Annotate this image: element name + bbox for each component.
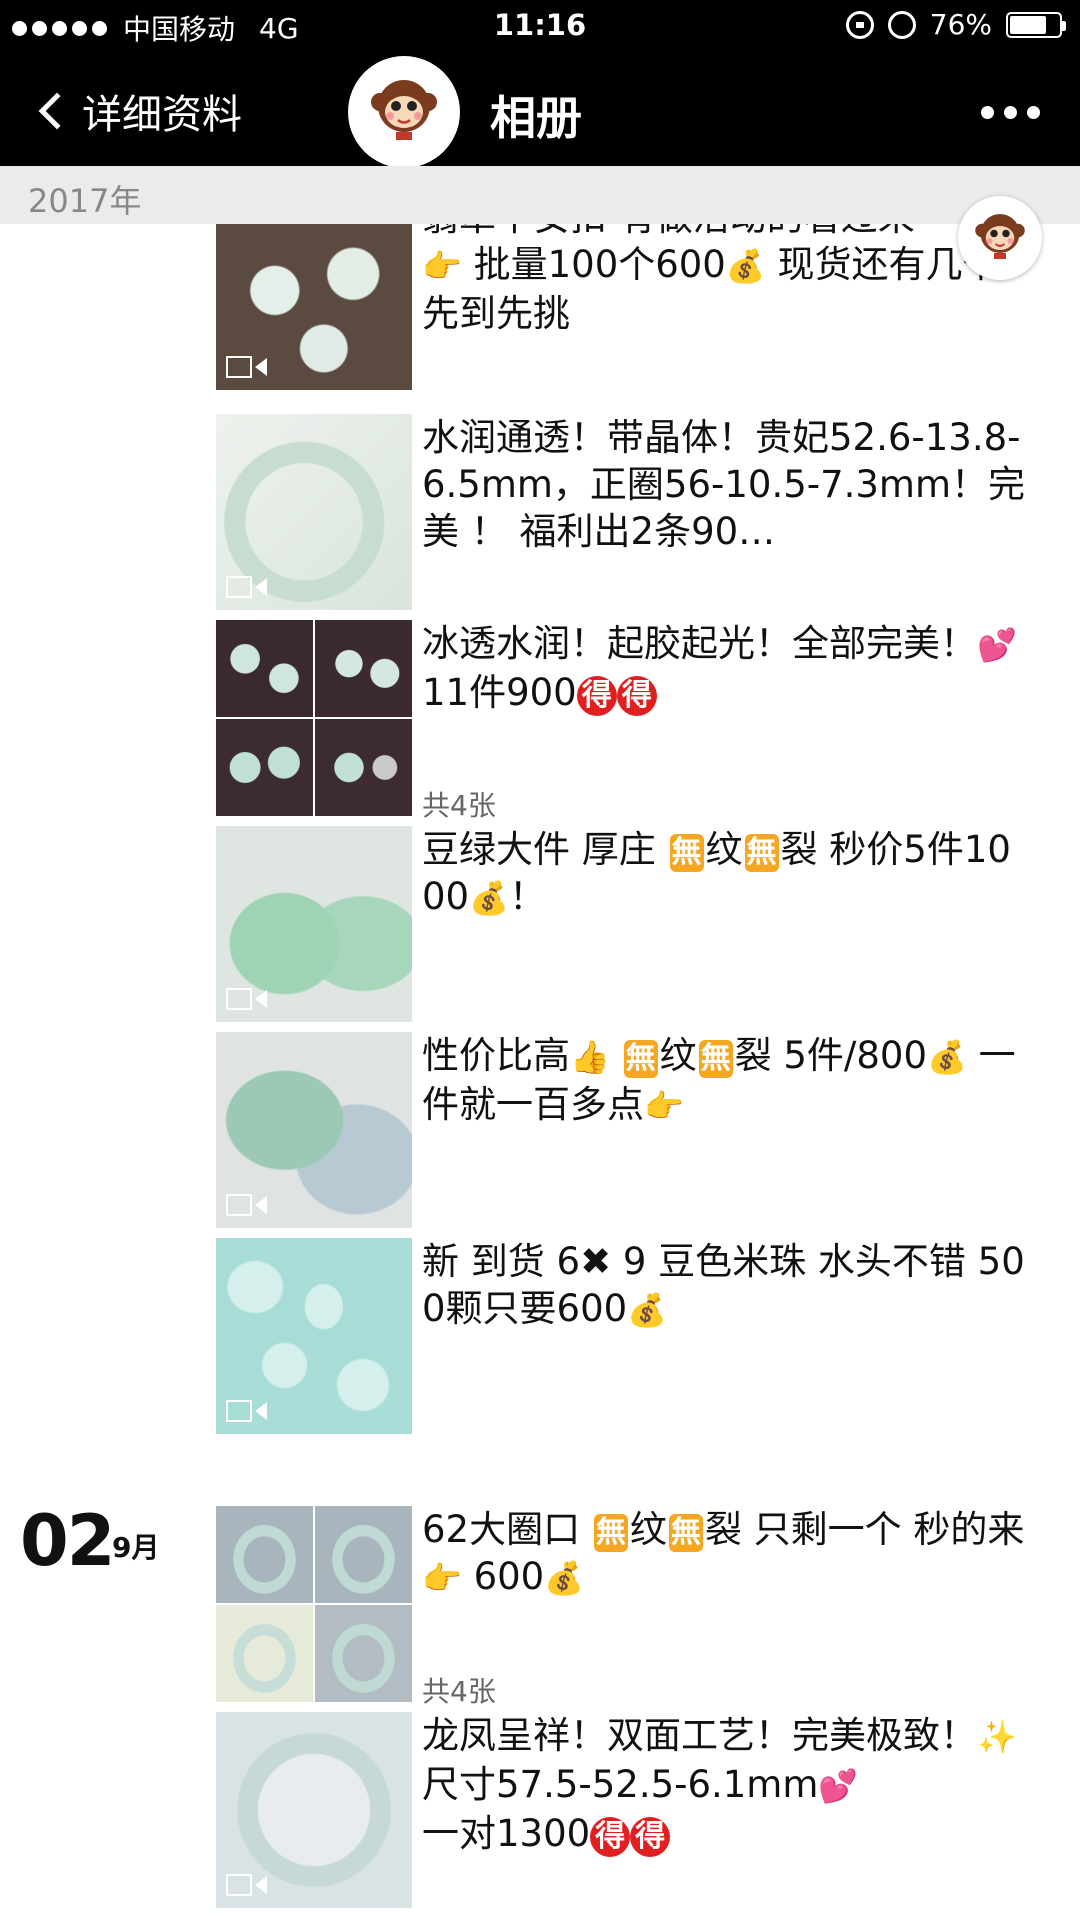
post-text: 龙凤呈祥！双面工艺！完美极致！✨尺寸57.5-52.5-6.1mm💕 一对1300… <box>422 1714 1017 1857</box>
rotation-lock-icon <box>845 10 874 39</box>
post-thumbnail[interactable] <box>216 826 412 1022</box>
back-button[interactable]: 详细资料 <box>36 82 242 140</box>
alarm-icon <box>887 10 916 39</box>
post-text: 冰透水润！起胶起光！全部完美！💕11件900 得得 <box>422 622 1017 716</box>
post-text: 水润通透！带晶体！贵妃52.6-13.8-6.5mm，正圈56-10.5-7.3… <box>422 416 1026 553</box>
grid-image[interactable] <box>315 1506 412 1603</box>
post-text: 豆绿大件 厚庄 無纹無裂 秒价5件1000💰！ <box>422 828 1011 918</box>
post-thumbnail[interactable] <box>216 1712 412 1908</box>
battery-icon <box>1006 11 1066 38</box>
video-icon <box>226 1194 267 1216</box>
grid-image[interactable] <box>216 719 313 816</box>
status-bar: 中国移动 4G 11:16 76% <box>0 0 1080 56</box>
grid-image[interactable] <box>216 1506 313 1603</box>
video-icon <box>226 1400 267 1422</box>
monkey-logo-icon <box>371 80 437 140</box>
post-thumbnail[interactable] <box>216 1032 412 1228</box>
avatar[interactable] <box>348 56 460 168</box>
grid-image[interactable] <box>315 719 412 816</box>
video-icon <box>226 988 267 1010</box>
nav-bar: 详细资料 相册 <box>0 56 1080 168</box>
year-header: 2017年 <box>0 166 1080 224</box>
post-text: 性价比高👍 無纹無裂 5件/800💰 一件就一百多点👉 <box>422 1034 1016 1126</box>
post-text: 新 到货 6✖ 9 豆色米珠 水头不错 500颗只要600💰 <box>422 1240 1025 1330</box>
back-label: 详细资料 <box>82 92 242 138</box>
grid-image[interactable] <box>216 620 313 717</box>
post-thumbnail-grid[interactable] <box>216 1506 412 1702</box>
post-date-day: 02 <box>20 1500 115 1582</box>
grid-image[interactable] <box>315 1605 412 1702</box>
grid-image[interactable] <box>315 620 412 717</box>
video-icon <box>226 1874 267 1896</box>
image-count: 共4张 <box>422 1675 496 1708</box>
post-text: 62大圈口 無纹無裂 只剩一个 秒的来👉 600💰 <box>422 1508 1025 1598</box>
post-thumbnail[interactable] <box>216 1238 412 1434</box>
image-count: 共4张 <box>422 789 496 822</box>
battery-percent: 76% <box>929 8 992 41</box>
page-title: 相册 <box>490 91 582 145</box>
post-date-month: 9月 <box>112 1531 160 1564</box>
grid-image[interactable] <box>216 1605 313 1702</box>
post-thumbnail[interactable] <box>216 224 412 390</box>
album-feed[interactable]: 翡翠平安扣 有做活动的看过来 👉 批量100个600💰 现货还有几千 先到先挑 … <box>0 224 1080 1920</box>
floating-avatar[interactable] <box>958 196 1042 280</box>
year-label: 2017年 <box>28 182 142 220</box>
chevron-left-icon <box>38 92 76 130</box>
post-thumbnail[interactable] <box>216 414 412 610</box>
video-icon <box>226 576 267 598</box>
post-text: 翡翠平安扣 有做活动的看过来 👉 批量100个600💰 现货还有几千 先到先挑 <box>422 224 1000 335</box>
monkey-logo-icon <box>975 214 1025 259</box>
more-icon[interactable] <box>981 106 1040 119</box>
post-thumbnail-grid[interactable] <box>216 620 412 816</box>
video-icon <box>226 356 267 378</box>
